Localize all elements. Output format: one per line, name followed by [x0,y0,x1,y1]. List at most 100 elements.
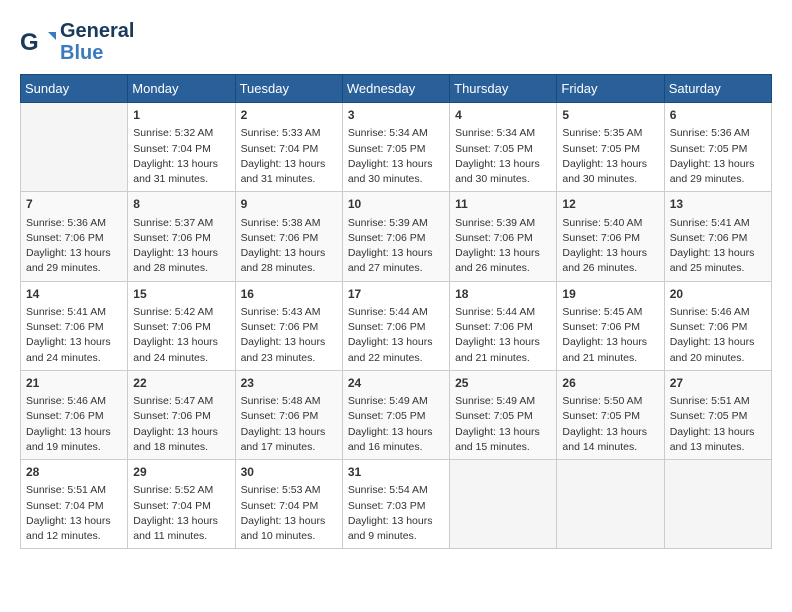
calendar-cell: 17 Sunrise: 5:44 AM Sunset: 7:06 PM Dayli… [342,281,449,370]
day-number: 9 [241,196,337,213]
day-number: 7 [26,196,122,213]
day-content: Sunrise: 5:43 AM Sunset: 7:06 PM Dayligh… [241,305,337,366]
calendar-cell [21,103,128,192]
calendar-cell: 21 Sunrise: 5:46 AM Sunset: 7:06 PM Dayli… [21,370,128,459]
day-number: 2 [241,107,337,124]
day-number: 25 [455,375,551,392]
day-number: 21 [26,375,122,392]
calendar-cell: 15 Sunrise: 5:42 AM Sunset: 7:06 PM Dayli… [128,281,235,370]
calendar-cell: 13Sunrise: 5:41 AM Sunset: 7:06 PM Dayli… [664,192,771,281]
day-number: 5 [562,107,658,124]
calendar-cell: 22 Sunrise: 5:47 AM Sunset: 7:06 PM Dayli… [128,370,235,459]
day-content: Sunrise: 5:34 AM Sunset: 7:05 PM Dayligh… [348,126,444,187]
week-row-3: 14 Sunrise: 5:41 AM Sunset: 7:06 PM Dayli… [21,281,772,370]
day-content: Sunrise: 5:37 AM Sunset: 7:06 PM Dayligh… [133,216,229,277]
logo: G General Blue [20,20,134,64]
day-content: Sunrise: 5:51 AM Sunset: 7:05 PM Dayligh… [670,394,766,455]
day-number: 3 [348,107,444,124]
day-content: Sunrise: 5:34 AM Sunset: 7:05 PM Dayligh… [455,126,551,187]
calendar-cell [664,460,771,549]
day-content: Sunrise: 5:33 AM Sunset: 7:04 PM Dayligh… [241,126,337,187]
day-content: Sunrise: 5:36 AM Sunset: 7:05 PM Dayligh… [670,126,766,187]
day-number: 6 [670,107,766,124]
week-row-4: 21 Sunrise: 5:46 AM Sunset: 7:06 PM Dayli… [21,370,772,459]
day-number: 13 [670,196,766,213]
day-number: 4 [455,107,551,124]
day-content: Sunrise: 5:53 AM Sunset: 7:04 PM Dayligh… [241,483,337,544]
day-content: Sunrise: 5:32 AM Sunset: 7:04 PM Dayligh… [133,126,229,187]
day-content: Sunrise: 5:42 AM Sunset: 7:06 PM Dayligh… [133,305,229,366]
day-number: 18 [455,286,551,303]
day-number: 8 [133,196,229,213]
day-number: 17 [348,286,444,303]
calendar-cell: 25 Sunrise: 5:49 AM Sunset: 7:05 PM Dayli… [450,370,557,459]
page-header: G General Blue [20,20,772,64]
calendar-cell: 28 Sunrise: 5:51 AM Sunset: 7:04 PM Dayli… [21,460,128,549]
day-content: Sunrise: 5:35 AM Sunset: 7:05 PM Dayligh… [562,126,658,187]
calendar-cell: 24Sunrise: 5:49 AM Sunset: 7:05 PM Dayli… [342,370,449,459]
day-content: Sunrise: 5:40 AM Sunset: 7:06 PM Dayligh… [562,216,658,277]
calendar-cell: 20 Sunrise: 5:46 AM Sunset: 7:06 PM Dayli… [664,281,771,370]
calendar-cell: 30 Sunrise: 5:53 AM Sunset: 7:04 PM Dayli… [235,460,342,549]
day-number: 23 [241,375,337,392]
header-cell-thursday: Thursday [450,75,557,103]
calendar-cell: 11Sunrise: 5:39 AM Sunset: 7:06 PM Dayli… [450,192,557,281]
calendar-cell: 2 Sunrise: 5:33 AM Sunset: 7:04 PM Daylig… [235,103,342,192]
logo-line2: Blue [60,42,134,64]
day-number: 16 [241,286,337,303]
day-content: Sunrise: 5:38 AM Sunset: 7:06 PM Dayligh… [241,216,337,277]
day-content: Sunrise: 5:41 AM Sunset: 7:06 PM Dayligh… [26,305,122,366]
day-number: 15 [133,286,229,303]
calendar-cell: 23 Sunrise: 5:48 AM Sunset: 7:06 PM Dayli… [235,370,342,459]
day-content: Sunrise: 5:39 AM Sunset: 7:06 PM Dayligh… [348,216,444,277]
day-number: 20 [670,286,766,303]
day-content: Sunrise: 5:50 AM Sunset: 7:05 PM Dayligh… [562,394,658,455]
day-content: Sunrise: 5:44 AM Sunset: 7:06 PM Dayligh… [348,305,444,366]
day-content: Sunrise: 5:49 AM Sunset: 7:05 PM Dayligh… [455,394,551,455]
day-number: 10 [348,196,444,213]
week-row-5: 28 Sunrise: 5:51 AM Sunset: 7:04 PM Dayli… [21,460,772,549]
header-cell-saturday: Saturday [664,75,771,103]
header-cell-sunday: Sunday [21,75,128,103]
calendar-cell: 3 Sunrise: 5:34 AM Sunset: 7:05 PM Daylig… [342,103,449,192]
day-number: 28 [26,464,122,481]
logo-icon: G [20,24,56,60]
day-number: 27 [670,375,766,392]
calendar-cell: 29Sunrise: 5:52 AM Sunset: 7:04 PM Dayli… [128,460,235,549]
day-content: Sunrise: 5:44 AM Sunset: 7:06 PM Dayligh… [455,305,551,366]
day-number: 12 [562,196,658,213]
day-number: 22 [133,375,229,392]
calendar-cell: 5 Sunrise: 5:35 AM Sunset: 7:05 PM Daylig… [557,103,664,192]
day-number: 19 [562,286,658,303]
day-number: 14 [26,286,122,303]
calendar-cell: 9 Sunrise: 5:38 AM Sunset: 7:06 PM Daylig… [235,192,342,281]
calendar-cell: 12 Sunrise: 5:40 AM Sunset: 7:06 PM Dayli… [557,192,664,281]
calendar-cell [450,460,557,549]
calendar-cell: 4 Sunrise: 5:34 AM Sunset: 7:05 PM Daylig… [450,103,557,192]
calendar-cell: 1Sunrise: 5:32 AM Sunset: 7:04 PM Daylig… [128,103,235,192]
day-content: Sunrise: 5:36 AM Sunset: 7:06 PM Dayligh… [26,216,122,277]
day-content: Sunrise: 5:45 AM Sunset: 7:06 PM Dayligh… [562,305,658,366]
day-content: Sunrise: 5:46 AM Sunset: 7:06 PM Dayligh… [26,394,122,455]
day-content: Sunrise: 5:48 AM Sunset: 7:06 PM Dayligh… [241,394,337,455]
calendar-cell: 19 Sunrise: 5:45 AM Sunset: 7:06 PM Dayli… [557,281,664,370]
calendar-cell: 14 Sunrise: 5:41 AM Sunset: 7:06 PM Dayli… [21,281,128,370]
calendar-cell: 6 Sunrise: 5:36 AM Sunset: 7:05 PM Daylig… [664,103,771,192]
day-number: 24 [348,375,444,392]
calendar-cell: 31Sunrise: 5:54 AM Sunset: 7:03 PM Dayli… [342,460,449,549]
header-cell-friday: Friday [557,75,664,103]
day-content: Sunrise: 5:47 AM Sunset: 7:06 PM Dayligh… [133,394,229,455]
svg-text:G: G [20,29,39,56]
day-content: Sunrise: 5:54 AM Sunset: 7:03 PM Dayligh… [348,483,444,544]
calendar-cell: 27 Sunrise: 5:51 AM Sunset: 7:05 PM Dayli… [664,370,771,459]
day-number: 11 [455,196,551,213]
header-cell-wednesday: Wednesday [342,75,449,103]
day-content: Sunrise: 5:46 AM Sunset: 7:06 PM Dayligh… [670,305,766,366]
calendar-cell: 16 Sunrise: 5:43 AM Sunset: 7:06 PM Dayli… [235,281,342,370]
day-content: Sunrise: 5:52 AM Sunset: 7:04 PM Dayligh… [133,483,229,544]
header-row: SundayMondayTuesdayWednesdayThursdayFrid… [21,75,772,103]
header-cell-tuesday: Tuesday [235,75,342,103]
calendar-cell: 18 Sunrise: 5:44 AM Sunset: 7:06 PM Dayli… [450,281,557,370]
day-number: 30 [241,464,337,481]
day-content: Sunrise: 5:51 AM Sunset: 7:04 PM Dayligh… [26,483,122,544]
